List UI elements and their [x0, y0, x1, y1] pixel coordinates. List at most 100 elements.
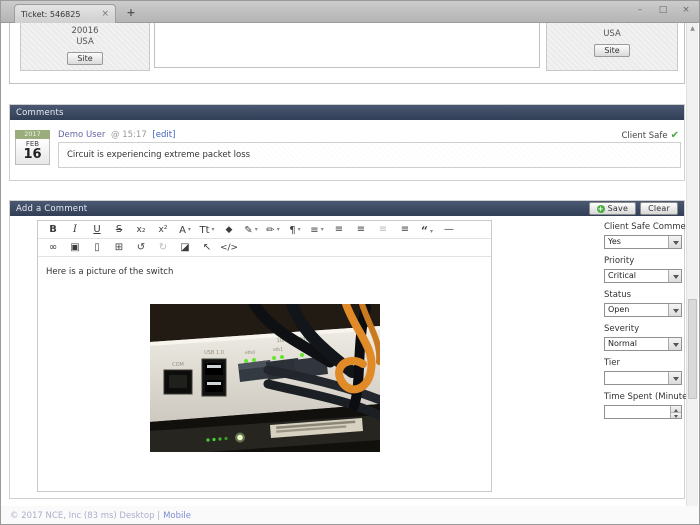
italic-icon[interactable]: I: [64, 222, 86, 238]
address-country: USA: [21, 37, 149, 48]
photo-label-usb: USB 1.0: [204, 350, 224, 356]
switch-photo: COM USB 1.0 10/100/1000 PoE eth0 eth1 et…: [150, 304, 380, 452]
subscript-icon[interactable]: x₂: [130, 222, 152, 238]
editor-toolbar-row2: ∞ ▣ ▯ ⊞ ↺ ↻ ◪ ↖ </>: [38, 239, 491, 257]
outdent-icon[interactable]: ≡: [372, 222, 394, 238]
add-comment-panel: Add a Comment + Save Clear B I U S x₂ x²…: [9, 200, 685, 499]
site-button[interactable]: Site: [67, 52, 102, 65]
status-value: Open: [605, 304, 668, 316]
editor-content-area[interactable]: Here is a picture of the switch: [38, 257, 491, 491]
save-plus-icon: +: [597, 205, 605, 213]
address-country: USA: [547, 29, 677, 40]
comment-author-link[interactable]: Demo User: [58, 130, 105, 140]
ticket-summary-section: 20016 USA Site USA Site: [9, 23, 685, 84]
insert-image-icon[interactable]: ▣: [64, 240, 86, 256]
new-tab-button[interactable]: +: [124, 6, 138, 19]
photo-label-com: COM: [172, 362, 184, 368]
scrollbar-thumb[interactable]: [688, 299, 697, 399]
comments-header-title: Comments: [16, 108, 64, 118]
underline-icon[interactable]: U: [86, 222, 108, 238]
comment-meta: Demo User @ 15:17 [edit]: [58, 130, 175, 140]
client-safe-value: Yes: [605, 236, 668, 248]
photo-label-eth1: eth1: [273, 347, 283, 353]
horizontal-rule-icon[interactable]: —: [438, 222, 460, 238]
tab-close-icon[interactable]: ×: [101, 10, 109, 19]
client-safe-label: Client Safe: [621, 131, 667, 141]
spinner-down-icon[interactable]: [671, 413, 681, 419]
details-panel: [154, 23, 540, 68]
clear-button[interactable]: Clear: [640, 202, 678, 215]
insert-table-icon[interactable]: ⊞: [108, 240, 130, 256]
priority-select[interactable]: Critical: [604, 269, 682, 283]
background-color-icon[interactable]: ◆: [218, 222, 240, 238]
paragraph-format-icon[interactable]: ¶: [284, 222, 306, 238]
client-safe-select[interactable]: Yes: [604, 235, 682, 249]
comment-time: @ 15:17: [111, 130, 147, 140]
comments-panel: Comments 2017 FEB 16 Demo User @ 15:17 […: [9, 104, 685, 181]
redo-icon[interactable]: ↻: [152, 240, 174, 256]
code-view-icon[interactable]: </>: [218, 240, 240, 256]
chevron-down-icon: [668, 236, 681, 248]
tier-select[interactable]: [604, 371, 682, 385]
severity-select[interactable]: Normal: [604, 337, 682, 351]
check-icon: ✔: [671, 130, 679, 141]
footer-mobile-link[interactable]: Mobile: [163, 511, 191, 521]
priority-value: Critical: [605, 270, 668, 282]
bold-icon[interactable]: B: [42, 222, 64, 238]
clear-formatting-icon[interactable]: ◪: [174, 240, 196, 256]
close-button[interactable]: ×: [681, 5, 691, 15]
vertical-scrollbar[interactable]: ▲: [686, 23, 698, 506]
superscript-icon[interactable]: x²: [152, 222, 174, 238]
time-spent-input[interactable]: [604, 405, 682, 419]
severity-label: Severity: [604, 324, 684, 334]
tab-title: Ticket: 546825: [21, 10, 97, 19]
comment-date-day: 16: [16, 148, 49, 164]
list-bullets-icon[interactable]: ≡: [328, 222, 350, 238]
maximize-button[interactable]: □: [658, 5, 668, 15]
minimize-button[interactable]: –: [635, 5, 645, 15]
status-label: Status: [604, 290, 684, 300]
priority-label: Priority: [604, 256, 684, 266]
window-controls: – □ ×: [635, 5, 691, 15]
comment-edit-link[interactable]: [edit]: [152, 130, 175, 140]
tab-ticket[interactable]: Ticket: 546825 ×: [14, 4, 116, 23]
save-button[interactable]: + Save: [589, 202, 636, 215]
blockquote-icon[interactable]: “: [416, 222, 438, 238]
comment-date-year: 2017: [15, 130, 50, 139]
font-size-icon[interactable]: Tt: [196, 222, 218, 238]
tab-bar: Ticket: 546825 × + – □ ×: [1, 1, 699, 23]
font-color-icon[interactable]: A: [174, 222, 196, 238]
time-spent-label: Time Spent (Minutes): [604, 392, 684, 402]
client-safe-label: Client Safe Comment: [604, 222, 684, 232]
undo-icon[interactable]: ↺: [130, 240, 152, 256]
highlighter-icon[interactable]: ✏: [262, 222, 284, 238]
chevron-down-icon: [668, 338, 681, 350]
clear-button-label: Clear: [648, 204, 670, 213]
insert-file-icon[interactable]: ▯: [86, 240, 108, 256]
comment-editor: B I U S x₂ x² A Tt ◆ ✎ ✏ ¶ ≡ ≡ ≡ ≡ ≡ “ —: [37, 220, 492, 492]
list-numbers-icon[interactable]: ≡: [350, 222, 372, 238]
address-zip: 20016: [21, 26, 149, 37]
align-icon[interactable]: ≡: [306, 222, 328, 238]
comments-header: Comments: [10, 105, 684, 120]
chevron-down-icon: [668, 372, 681, 384]
footer-copyright: © 2017 NCE, Inc (83 ms) Desktop |: [10, 511, 160, 521]
comment-date-badge: 2017 FEB 16: [15, 130, 50, 165]
comment-options-form: Client Safe Comment Yes Priority Critica…: [604, 221, 684, 419]
select-tool-icon[interactable]: ↖: [196, 240, 218, 256]
footer: © 2017 NCE, Inc (83 ms) Desktop | Mobile: [1, 506, 699, 525]
insert-link-icon[interactable]: ∞: [42, 240, 64, 256]
chevron-down-icon: [668, 304, 681, 316]
comment-body: Circuit is experiencing extreme packet l…: [58, 142, 681, 168]
indent-icon[interactable]: ≡: [394, 222, 416, 238]
tier-label: Tier: [604, 358, 684, 368]
add-comment-header: Add a Comment + Save Clear: [10, 201, 684, 216]
scrollbar-up-icon[interactable]: ▲: [687, 25, 698, 32]
photo-label-eth0: eth0: [245, 350, 255, 356]
site-button[interactable]: Site: [594, 44, 629, 57]
pen-icon[interactable]: ✎: [240, 222, 262, 238]
number-spinner[interactable]: [670, 406, 681, 418]
strikethrough-icon[interactable]: S: [108, 222, 130, 238]
site-card-right: USA Site: [546, 23, 678, 71]
status-select[interactable]: Open: [604, 303, 682, 317]
